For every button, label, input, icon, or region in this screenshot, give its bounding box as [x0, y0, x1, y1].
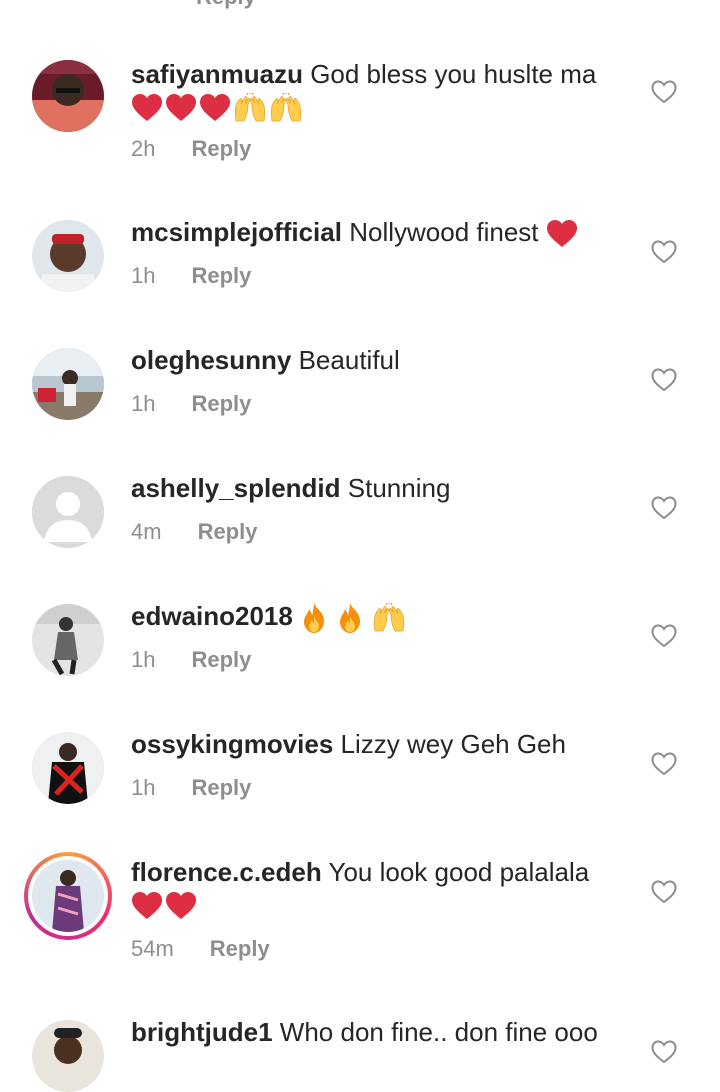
reply-button[interactable]: Reply [191, 646, 251, 674]
red-heart-emoji [131, 891, 163, 921]
red-heart-emoji [165, 891, 197, 921]
comment-text: ossykingmovies Lizzy wey Geh Geh [131, 728, 631, 760]
comment-time: 54m [131, 936, 174, 961]
comment-text: mcsimplejofficial Nollywood finest [131, 216, 631, 249]
comment-body: Nollywood finest [349, 217, 539, 247]
like-heart-icon[interactable] [651, 1040, 677, 1064]
fire-emoji [336, 602, 364, 634]
comment-username[interactable]: mcsimplejofficial [131, 217, 342, 247]
avatar[interactable] [32, 60, 104, 132]
comment-meta: 1h Reply [131, 390, 251, 418]
comment-text: edwaino2018 [131, 600, 631, 634]
comment-time: 1h [131, 647, 156, 672]
red-heart-emoji [131, 93, 163, 123]
comment-time: 4m [131, 519, 162, 544]
reply-button[interactable]: Reply [210, 935, 270, 963]
like-heart-icon[interactable] [651, 880, 677, 904]
comment-text: florence.c.edeh You look good palalala [131, 856, 631, 921]
reply-button[interactable]: Reply [191, 774, 251, 802]
reply-button[interactable]: Reply [191, 135, 251, 163]
like-heart-icon[interactable] [651, 240, 677, 264]
red-heart-emoji [165, 93, 197, 123]
comment-time: 1h [131, 391, 156, 416]
comment-username[interactable]: florence.c.edeh [131, 857, 322, 887]
comment-body: You look good palalala [328, 857, 590, 887]
like-heart-icon[interactable] [651, 752, 677, 776]
reply-button[interactable]: Reply [191, 262, 251, 290]
like-heart-icon[interactable] [651, 368, 677, 392]
comment-username[interactable]: ossykingmovies [131, 729, 333, 759]
avatar[interactable] [32, 348, 104, 420]
raising-hands-emoji [233, 93, 267, 123]
comment-meta: 54m Reply [131, 935, 270, 963]
previous-reply-link[interactable]: Reply [196, 0, 256, 10]
comment-body: Beautiful [298, 345, 400, 375]
raising-hands-emoji [269, 93, 303, 123]
red-heart-emoji [546, 219, 578, 249]
like-heart-icon[interactable] [651, 496, 677, 520]
comment-meta: 1h Reply [131, 774, 251, 802]
avatar[interactable] [32, 860, 104, 932]
comment-body: Who don fine.. don fine ooo [279, 1017, 598, 1047]
raising-hands-emoji [372, 603, 406, 633]
comment-body: God bless you huslte ma [310, 59, 597, 89]
comment-body: Lizzy wey Geh Geh [340, 729, 566, 759]
comment-time: 1h [131, 263, 156, 288]
comment-meta: 4m Reply [131, 518, 257, 546]
comment-text: safiyanmuazu God bless you huslte ma [131, 58, 631, 123]
comment-username[interactable]: edwaino2018 [131, 601, 293, 631]
like-heart-icon[interactable] [651, 80, 677, 104]
comment-meta: 1h Reply [131, 262, 251, 290]
fire-emoji [300, 602, 328, 634]
comment-text: oleghesunny Beautiful [131, 344, 631, 376]
avatar[interactable] [32, 1020, 104, 1092]
comment-username[interactable]: oleghesunny [131, 345, 291, 375]
reply-button[interactable]: Reply [191, 390, 251, 418]
comment-text: brightjude1 Who don fine.. don fine ooo [131, 1016, 631, 1048]
comment-meta: 2h Reply [131, 135, 251, 163]
comment-text: ashelly_splendid Stunning [131, 472, 631, 504]
comment-time: 2h [131, 136, 156, 161]
avatar[interactable] [32, 476, 104, 548]
like-heart-icon[interactable] [651, 624, 677, 648]
avatar[interactable] [32, 732, 104, 804]
story-ring[interactable] [24, 852, 112, 940]
avatar[interactable] [32, 220, 104, 292]
avatar[interactable] [32, 604, 104, 676]
reply-button[interactable]: Reply [198, 518, 258, 546]
comment-username[interactable]: brightjude1 [131, 1017, 273, 1047]
comment-username[interactable]: safiyanmuazu [131, 59, 303, 89]
comment-body: Stunning [347, 473, 451, 503]
comment-meta: 1h Reply [131, 646, 251, 674]
red-heart-emoji [199, 93, 231, 123]
comment-time: 1h [131, 775, 156, 800]
comment-username[interactable]: ashelly_splendid [131, 473, 341, 503]
